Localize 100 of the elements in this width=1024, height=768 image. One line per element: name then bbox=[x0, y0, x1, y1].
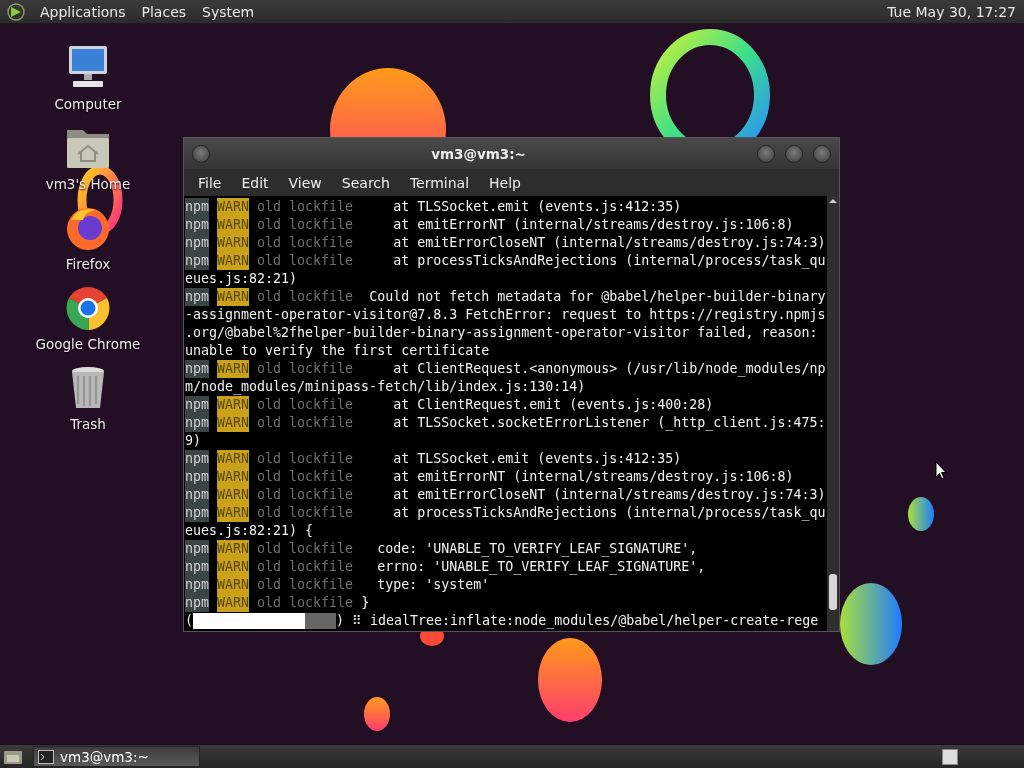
icon-label[interactable]: Google Chrome bbox=[35, 336, 141, 352]
log-message: type: 'system' bbox=[376, 576, 490, 594]
log-message: at processTicksAndRejections (internal/process/task_qu bbox=[392, 252, 826, 270]
log-message: at TLSSocket.socketErrorListener (_http_client.js:475: bbox=[392, 414, 826, 432]
icon-label[interactable]: Trash bbox=[70, 416, 106, 432]
log-message: at ClientRequest.<anonymous> (/usr/lib/node_modules/np bbox=[392, 360, 826, 378]
warn-badge: WARN bbox=[217, 198, 250, 216]
minimize-button[interactable] bbox=[757, 144, 775, 163]
menu-item[interactable]: Search bbox=[331, 174, 400, 191]
npm-label: npm bbox=[185, 450, 210, 468]
log-message: } bbox=[360, 594, 370, 612]
npm-label: npm bbox=[185, 540, 210, 558]
log-tag: old lockfile bbox=[257, 576, 354, 594]
npm-label: npm bbox=[185, 252, 210, 270]
menu-item[interactable]: Help bbox=[479, 174, 531, 191]
warn-badge: WARN bbox=[217, 540, 250, 558]
log-tag: old lockfile bbox=[257, 540, 354, 558]
log-message: m/node_modules/minipass-fetch/lib/index.js:130:14) bbox=[185, 378, 586, 396]
warn-badge: WARN bbox=[217, 396, 250, 414]
log-message: at TLSSocket.emit (events.js:412:35) bbox=[392, 198, 682, 216]
npm-label: npm bbox=[185, 486, 210, 504]
scrollbar[interactable] bbox=[827, 196, 839, 631]
workspace-switcher[interactable] bbox=[942, 748, 958, 765]
bracket: ( bbox=[185, 612, 193, 630]
warn-badge: WARN bbox=[217, 594, 250, 612]
log-message: eues.js:82:21) bbox=[185, 270, 298, 288]
warn-badge: WARN bbox=[217, 216, 250, 234]
warn-badge: WARN bbox=[217, 468, 250, 486]
log-tag: old lockfile bbox=[257, 558, 354, 576]
panel-menu[interactable]: Places bbox=[133, 3, 195, 20]
panel-menu[interactable]: System bbox=[194, 3, 263, 20]
icon-label[interactable]: Computer bbox=[54, 96, 122, 112]
menu-item[interactable]: Terminal bbox=[399, 174, 480, 191]
npm-label: npm bbox=[185, 414, 210, 432]
log-tag: old lockfile bbox=[257, 594, 354, 612]
terminal-icon bbox=[38, 749, 54, 764]
log-tag: old lockfile bbox=[257, 198, 354, 216]
log-tag: old lockfile bbox=[257, 396, 354, 414]
warn-badge: WARN bbox=[217, 360, 250, 378]
log-message: Could not fetch metadata for @babel/helper-builder-binary bbox=[368, 288, 826, 306]
log-message: at emitErrorCloseNT (internal/streams/destroy.js:74:3) bbox=[392, 234, 826, 252]
wallpaper-bubble bbox=[908, 497, 934, 531]
log-message: .org/@babel%2fhelper-builder-binary-assignment-operator-visitor failed, reason: bbox=[185, 324, 818, 342]
warn-badge: WARN bbox=[217, 486, 250, 504]
cursor-icon bbox=[935, 461, 947, 481]
bracket: ) bbox=[336, 612, 345, 630]
clock[interactable]: Tue May 30, 17:27 bbox=[887, 3, 1024, 20]
warn-badge: WARN bbox=[217, 414, 250, 432]
log-tag: old lockfile bbox=[257, 360, 354, 378]
log-tag: old lockfile bbox=[257, 288, 354, 306]
warn-badge: WARN bbox=[217, 504, 250, 522]
log-message: eues.js:82:21) { bbox=[185, 522, 314, 540]
close-button[interactable] bbox=[813, 144, 831, 163]
log-message: at ClientRequest.emit (events.js:400:28) bbox=[392, 396, 714, 414]
logo-icon[interactable] bbox=[6, 1, 26, 22]
log-message: at processTicksAndRejections (internal/process/task_qu bbox=[392, 504, 826, 522]
menu-item[interactable]: View bbox=[278, 174, 332, 191]
log-tag: old lockfile bbox=[257, 504, 354, 522]
warn-badge: WARN bbox=[217, 450, 250, 468]
log-message: 9) bbox=[185, 432, 201, 450]
npm-label: npm bbox=[185, 504, 210, 522]
log-message: unable to verify the first certificate bbox=[185, 342, 490, 360]
window-menu-button[interactable] bbox=[192, 144, 210, 163]
taskbar-button[interactable]: vm3@vm3:~ bbox=[33, 746, 200, 767]
log-message: at emitErrorNT (internal/streams/destroy.js:106:8) bbox=[392, 468, 794, 486]
icon-label[interactable]: Firefox bbox=[65, 256, 111, 272]
log-tag: old lockfile bbox=[257, 234, 354, 252]
window-title: vm3@vm3:~ bbox=[430, 145, 527, 162]
log-tag: old lockfile bbox=[257, 216, 354, 234]
log-message: at emitErrorCloseNT (internal/streams/destroy.js:74:3) bbox=[392, 486, 826, 504]
warn-badge: WARN bbox=[217, 558, 250, 576]
menu-item[interactable]: Edit bbox=[231, 174, 279, 191]
log-tag: old lockfile bbox=[257, 252, 354, 270]
log-tag: old lockfile bbox=[257, 486, 354, 504]
npm-label: npm bbox=[185, 234, 210, 252]
log-message: -assignment-operator-visitor@7.8.3 FetchError: request to https://registry.npmjs bbox=[185, 306, 826, 324]
npm-label: npm bbox=[185, 288, 210, 306]
log-message: at emitErrorNT (internal/streams/destroy.js:106:8) bbox=[392, 216, 794, 234]
warn-badge: WARN bbox=[217, 576, 250, 594]
menu-item[interactable]: File bbox=[188, 174, 232, 191]
panel-menu[interactable]: Applications bbox=[32, 3, 134, 20]
npm-label: npm bbox=[185, 198, 210, 216]
npm-label: npm bbox=[185, 576, 210, 594]
wallpaper-bubble bbox=[364, 697, 390, 731]
npm-label: npm bbox=[185, 558, 210, 576]
npm-label: npm bbox=[185, 360, 210, 378]
log-tag: old lockfile bbox=[257, 414, 354, 432]
npm-label: npm bbox=[185, 468, 210, 486]
maximize-button[interactable] bbox=[785, 144, 803, 163]
scroll-thumb[interactable] bbox=[829, 574, 837, 610]
npm-label: npm bbox=[185, 594, 210, 612]
warn-badge: WARN bbox=[217, 234, 250, 252]
npm-label: npm bbox=[185, 216, 210, 234]
spinner: ⠿ bbox=[352, 612, 363, 630]
npm-label: npm bbox=[185, 396, 210, 414]
log-tag: old lockfile bbox=[257, 468, 354, 486]
log-message: idealTree:inflate:node_modules/@babel/helper-create-rege bbox=[370, 612, 819, 630]
log-tag: old lockfile bbox=[257, 450, 354, 468]
log-message: code: 'UNABLE_TO_VERIFY_LEAF_SIGNATURE', bbox=[376, 540, 698, 558]
log-message: errno: 'UNABLE_TO_VERIFY_LEAF_SIGNATURE', bbox=[376, 558, 706, 576]
